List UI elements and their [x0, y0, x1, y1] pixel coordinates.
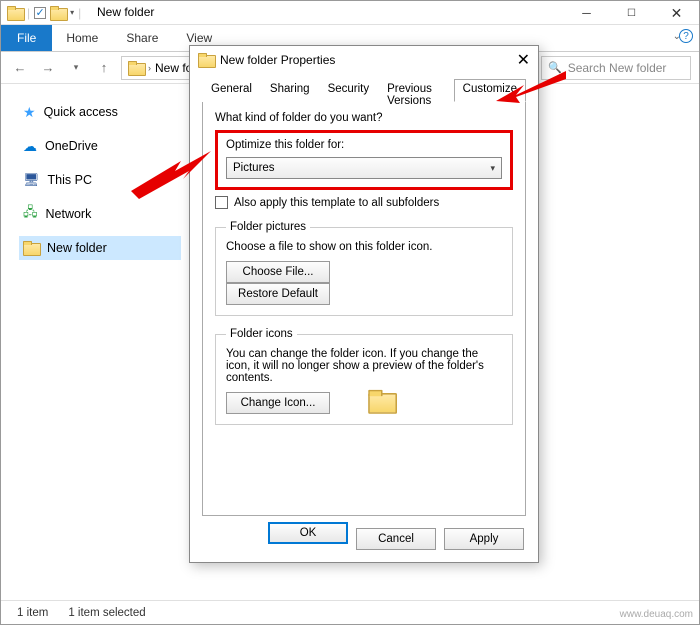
properties-dialog: New folder Properties ✕ General Sharing … — [189, 45, 539, 563]
monitor-icon: 🖥 — [23, 172, 40, 188]
tab-security[interactable]: Security — [319, 79, 379, 102]
folder-icon — [369, 390, 395, 412]
folder-icon — [7, 6, 23, 20]
chevron-right-icon: › — [148, 63, 151, 73]
search-icon: 🔍 — [548, 61, 562, 74]
dropdown-icon[interactable]: ▾ — [70, 8, 74, 17]
restore-default-button[interactable]: Restore Default — [226, 283, 330, 305]
window-title: New folder — [97, 5, 154, 19]
status-bar: 1 item 1 item selected — [1, 600, 699, 624]
sidebar-item-label: Network — [46, 207, 92, 221]
cloud-icon: ☁ — [23, 138, 37, 155]
folder-pictures-text: Choose a file to show on this folder ico… — [226, 241, 502, 253]
status-selected-count: 1 item selected — [68, 607, 145, 619]
watermark: www.deuaq.com — [620, 609, 693, 620]
search-placeholder: Search New folder — [568, 61, 667, 75]
sidebar-item-this-pc[interactable]: 🖥 This PC — [19, 168, 181, 192]
folder-icon — [23, 241, 39, 255]
close-button[interactable]: ✕ — [654, 1, 699, 25]
network-icon: 🖧 — [23, 203, 38, 225]
status-item-count: 1 item — [17, 607, 48, 619]
optimize-combobox[interactable]: Pictures ▾ — [226, 157, 502, 179]
folder-pictures-fieldset: Folder pictures Choose a file to show on… — [215, 221, 513, 316]
apply-subfolders-label: Also apply this template to all subfolde… — [234, 197, 439, 209]
tab-sharing[interactable]: Sharing — [261, 79, 319, 102]
folder-icons-legend: Folder icons — [226, 328, 297, 340]
qat-divider: | — [27, 6, 30, 20]
optimize-highlight-box: Optimize this folder for: Pictures ▾ — [215, 130, 513, 190]
search-input[interactable]: 🔍 Search New folder — [541, 56, 691, 80]
chevron-down-icon: ▾ — [490, 163, 495, 174]
dialog-titlebar: New folder Properties ✕ — [190, 46, 538, 74]
choose-file-button[interactable]: Choose File... — [226, 261, 330, 283]
help-icon[interactable]: ? — [679, 29, 693, 43]
sidebar-item-label: Quick access — [44, 105, 118, 119]
sidebar-item-quick-access[interactable]: ★ Quick access — [19, 100, 181, 124]
quick-access-toolbar: | ✓ ▾ | — [1, 6, 81, 20]
apply-button[interactable]: Apply — [444, 528, 524, 550]
customize-tab-page: What kind of folder do you want? Optimiz… — [202, 102, 526, 516]
tab-customize[interactable]: Customize — [454, 79, 526, 102]
ok-button[interactable]: OK — [268, 522, 348, 544]
sidebar-item-label: This PC — [48, 173, 92, 187]
recent-locations-button[interactable]: ▾ — [65, 57, 87, 79]
star-icon: ★ — [23, 104, 36, 121]
tab-previous-versions[interactable]: Previous Versions — [378, 79, 454, 102]
folder-icons-text: You can change the folder icon. If you c… — [226, 348, 502, 384]
sidebar-item-onedrive[interactable]: ☁ OneDrive — [19, 134, 181, 158]
optimize-value: Pictures — [233, 162, 275, 174]
up-button[interactable]: ↑ — [93, 57, 115, 79]
sidebar-item-label: New folder — [47, 241, 107, 255]
back-button[interactable]: ← — [9, 57, 31, 79]
optimize-label: Optimize this folder for: — [226, 139, 502, 151]
folder-icon — [198, 53, 214, 67]
qat-divider: | — [78, 6, 81, 20]
minimize-button[interactable]: ─ — [564, 1, 609, 25]
tab-general[interactable]: General — [202, 79, 261, 102]
dialog-button-row: OK Cancel Apply — [268, 522, 524, 550]
file-tab[interactable]: File — [1, 25, 52, 51]
folder-icon — [128, 61, 144, 75]
cancel-button[interactable]: Cancel — [356, 528, 436, 550]
forward-button[interactable]: → — [37, 57, 59, 79]
tab-home[interactable]: Home — [52, 25, 112, 51]
folder-kind-question: What kind of folder do you want? — [215, 112, 513, 124]
sidebar-item-network[interactable]: 🖧 Network — [19, 202, 181, 226]
dialog-close-button[interactable]: ✕ — [517, 50, 530, 70]
folder-icons-fieldset: Folder icons You can change the folder i… — [215, 328, 513, 425]
folder-icon — [50, 6, 66, 20]
dialog-title: New folder Properties — [220, 53, 335, 67]
checkbox-icon[interactable] — [215, 196, 228, 209]
apply-subfolders-row[interactable]: Also apply this template to all subfolde… — [215, 196, 513, 209]
maximize-button[interactable]: ☐ — [609, 1, 654, 25]
sidebar-item-new-folder[interactable]: New folder — [19, 236, 181, 260]
window-titlebar: | ✓ ▾ | New folder ─ ☐ ✕ — [1, 1, 699, 25]
folder-pictures-legend: Folder pictures — [226, 221, 310, 233]
sidebar-item-label: OneDrive — [45, 139, 98, 153]
folder-icon-preview — [373, 394, 389, 411]
change-icon-button[interactable]: Change Icon... — [226, 392, 330, 414]
tab-share[interactable]: Share — [112, 25, 172, 51]
properties-tabstrip: General Sharing Security Previous Versio… — [202, 78, 526, 102]
navigation-pane: ★ Quick access ☁ OneDrive 🖥 This PC 🖧 Ne… — [1, 86, 191, 600]
checkbox-icon[interactable]: ✓ — [34, 7, 46, 19]
